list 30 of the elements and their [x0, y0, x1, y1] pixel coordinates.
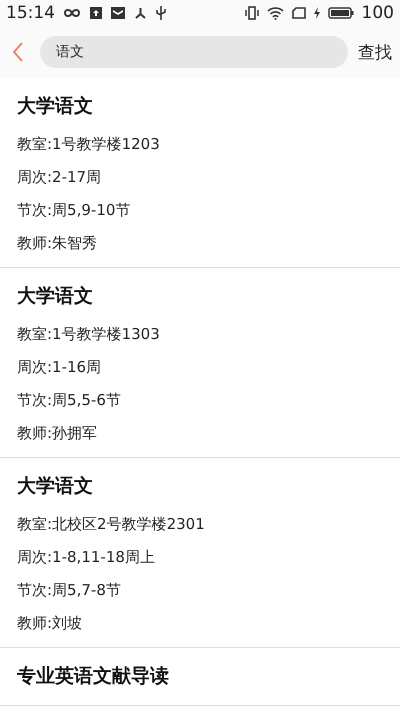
battery-level: 100 — [362, 3, 394, 23]
search-button[interactable]: 查找 — [358, 40, 392, 64]
course-title: 大学语文 — [17, 94, 94, 119]
course-detail: 周次:2-17周 — [17, 167, 102, 188]
search-field[interactable]: 语文 — [40, 36, 348, 68]
usb-icon — [156, 6, 166, 20]
battery-icon — [328, 7, 354, 19]
course-title: 大学语文 — [17, 284, 94, 309]
course-detail: 节次:周5,7-8节 — [17, 580, 122, 601]
course-detail: 周次:1-8,11-18周上 — [17, 547, 156, 568]
upload-icon — [90, 7, 102, 19]
course-detail: 教室:1号教学楼1203 — [17, 134, 161, 155]
course-title: 大学语文 — [17, 474, 94, 499]
course-title: 专业英语文献导读 — [17, 664, 170, 689]
course-detail: 节次:周5,5-6节 — [17, 390, 122, 411]
course-detail: 教室:北校区2号教学楼2301 — [17, 514, 206, 535]
infinity-icon — [63, 8, 81, 18]
charging-icon — [314, 7, 320, 19]
vibrate-icon — [244, 6, 259, 20]
share-icon — [134, 7, 147, 19]
course-detail: 节次:周5,9-10节 — [17, 200, 132, 221]
image-icon — [111, 7, 125, 19]
course-detail: 教室:1号教学楼1303 — [17, 324, 161, 345]
course-detail: 教师:孙拥军 — [17, 423, 98, 444]
status-time: 15:14 — [6, 3, 55, 23]
course-detail: 教师:刘坡 — [17, 613, 84, 634]
course-detail: 教师:朱智秀 — [17, 233, 98, 254]
sim-card-icon — [292, 7, 306, 19]
course-detail: 周次:1-16周 — [17, 357, 102, 378]
wifi-icon — [266, 6, 284, 20]
